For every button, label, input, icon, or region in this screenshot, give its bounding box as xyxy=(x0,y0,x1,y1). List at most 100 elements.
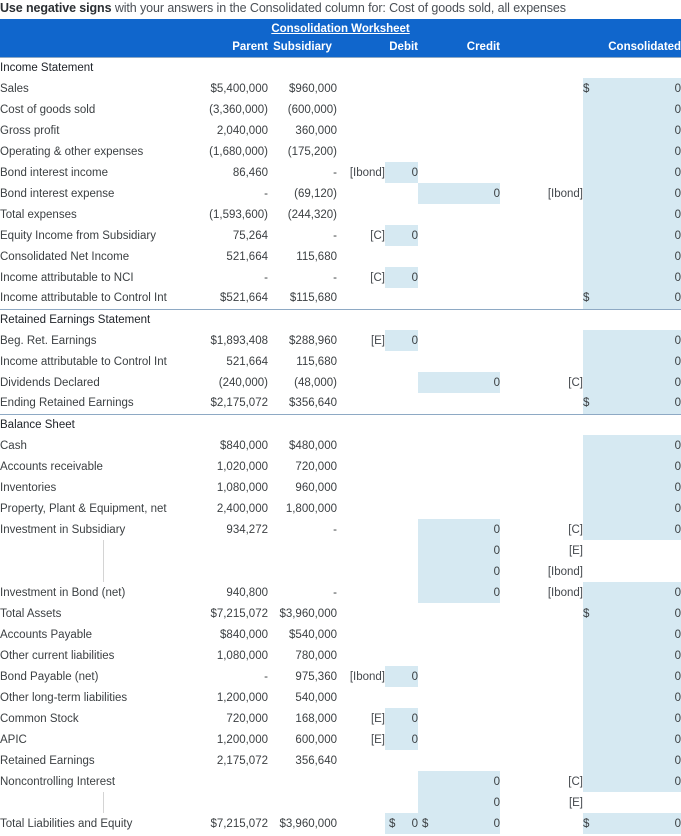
consolidated-input-common-stock[interactable]: 0 xyxy=(613,708,681,729)
table-row: Dividends Declared (240,000) (48,000) 0 [C] 0 xyxy=(0,372,681,393)
row-label-dividends: Dividends Declared xyxy=(0,376,100,389)
debit-input-bond-payable[interactable]: 0 xyxy=(385,666,418,687)
parent-value-cogs: (3,360,000) xyxy=(209,103,268,116)
consolidated-dollar-total-le: $ xyxy=(583,813,613,834)
debit-input-total-le[interactable]: $0 xyxy=(385,813,418,834)
consolidated-input-inc-nci[interactable]: 0 xyxy=(613,267,681,288)
consolidated-input-apic[interactable]: 0 xyxy=(613,729,681,750)
consolidated-dollar-ocl xyxy=(583,645,613,666)
consolidated-input-gross-profit[interactable]: 0 xyxy=(613,120,681,141)
table-row: 0 [E] xyxy=(0,540,681,561)
table-row: APIC 1,200,000 600,000 [E] 0 0 xyxy=(0,729,681,750)
consolidated-input-nci[interactable]: 0 xyxy=(613,771,681,792)
credit-input-re-bs xyxy=(418,750,500,771)
consolidated-input-total-le[interactable]: 0 xyxy=(613,813,681,834)
consolidated-input-inv-sub[interactable]: 0 xyxy=(613,519,681,540)
credit-ref-total-le xyxy=(500,813,583,834)
parent-value-oltl: 1,200,000 xyxy=(216,691,268,704)
grid-cell xyxy=(463,308,500,330)
consolidated-input-opex[interactable]: 0 xyxy=(613,141,681,162)
consolidated-input-equity-income[interactable]: 0 xyxy=(613,225,681,246)
consolidated-dollar-opex xyxy=(583,141,613,162)
parent-value-ar: 1,020,000 xyxy=(216,460,268,473)
debit-input-cogs xyxy=(385,99,418,120)
subsidiary-value-inv-sub-e xyxy=(268,540,337,561)
section-header-row: Retained Earnings Statement xyxy=(0,308,681,330)
row-label-gross-profit: Gross profit xyxy=(0,124,60,137)
consolidated-input-inventories[interactable]: 0 xyxy=(613,477,681,498)
consolidated-dollar-dividends xyxy=(583,372,613,393)
grid-cell xyxy=(463,56,500,78)
debit-ref-inc-ctrl-is xyxy=(337,288,385,309)
consolidated-input-total-assets[interactable]: 0 xyxy=(613,603,681,624)
subsidiary-value-dividends: (48,000) xyxy=(294,376,337,389)
grid-cell xyxy=(303,56,337,78)
parent-value-apic: 1,200,000 xyxy=(216,733,268,746)
subsidiary-value-total-le: $3,960,000 xyxy=(279,817,337,830)
table-row: Cost of goods sold (3,360,000) (600,000) 0 xyxy=(0,99,681,120)
consolidated-input-bond-int-exp[interactable]: 0 xyxy=(613,183,681,204)
credit-ref-ocl xyxy=(500,645,583,666)
debit-input-equity-income[interactable]: 0 xyxy=(385,225,418,246)
subsidiary-value-ar: 720,000 xyxy=(295,460,337,473)
credit-input-inc-ctrl-is xyxy=(418,288,500,309)
credit-input-inv-sub-ibond[interactable]: 0 xyxy=(418,561,500,582)
debit-input-total-exp xyxy=(385,204,418,225)
parent-value-inv-bond: 940,800 xyxy=(226,586,268,599)
consolidated-input-sales[interactable]: 0 xyxy=(613,78,681,99)
consolidated-input-inc-ctrl-is[interactable]: 0 xyxy=(613,288,681,309)
debit-input-bond-int-inc[interactable]: 0 xyxy=(385,162,418,183)
consolidated-input-oltl[interactable]: 0 xyxy=(613,687,681,708)
credit-input-dividends[interactable]: 0 xyxy=(418,372,500,393)
debit-input-beg-re[interactable]: 0 xyxy=(385,330,418,351)
row-label-ar: Accounts receivable xyxy=(0,460,103,473)
consolidated-input-beg-re[interactable]: 0 xyxy=(613,330,681,351)
credit-input-total-le[interactable]: $0 xyxy=(418,813,500,834)
consolidated-dollar-bond-payable xyxy=(583,666,613,687)
consolidated-input-bond-payable[interactable]: 0 xyxy=(613,666,681,687)
debit-ref-gross-profit xyxy=(337,120,385,141)
parent-value-inventories: 1,080,000 xyxy=(216,481,268,494)
consolidated-input-inv-bond[interactable]: 0 xyxy=(613,582,681,603)
credit-input-total-assets xyxy=(418,603,500,624)
debit-input-inc-nci[interactable]: 0 xyxy=(385,267,418,288)
consolidated-input-ap[interactable]: 0 xyxy=(613,624,681,645)
credit-input-inv-sub-e[interactable]: 0 xyxy=(418,540,500,561)
header-credit: Credit xyxy=(418,38,500,57)
consolidated-input-cons-net-inc[interactable]: 0 xyxy=(613,246,681,267)
consolidated-input-total-exp[interactable]: 0 xyxy=(613,204,681,225)
debit-input-common-stock[interactable]: 0 xyxy=(385,708,418,729)
parent-value-opex: (1,680,000) xyxy=(209,145,268,158)
credit-ref-bond-payable xyxy=(500,666,583,687)
debit-ref-cash xyxy=(337,435,385,456)
consolidated-input-ar[interactable]: 0 xyxy=(613,456,681,477)
parent-value-beg-re: $1,893,408 xyxy=(210,334,268,347)
credit-input-bond-payable xyxy=(418,666,500,687)
row-label-total-assets: Total Assets xyxy=(0,607,62,620)
consolidated-input-dividends[interactable]: 0 xyxy=(613,372,681,393)
credit-input-nci[interactable]: 0 xyxy=(418,771,500,792)
consolidated-input-cash[interactable]: 0 xyxy=(613,435,681,456)
consolidated-input-end-re[interactable]: 0 xyxy=(613,393,681,414)
consolidated-dollar-nci xyxy=(583,771,613,792)
credit-ref-inv-sub: [C] xyxy=(568,523,583,536)
parent-value-total-assets: $7,215,072 xyxy=(210,607,268,620)
credit-input-bond-int-exp[interactable]: 0 xyxy=(418,183,500,204)
consolidated-input-ocl[interactable]: 0 xyxy=(613,645,681,666)
credit-input-apic xyxy=(418,729,500,750)
consolidated-input-bond-int-inc[interactable]: 0 xyxy=(613,162,681,183)
grid-cell xyxy=(545,308,583,330)
credit-input-nci-e[interactable]: 0 xyxy=(418,792,500,813)
debit-input-apic[interactable]: 0 xyxy=(385,729,418,750)
grid-cell xyxy=(463,413,500,435)
consolidated-input-cogs[interactable]: 0 xyxy=(613,99,681,120)
credit-input-inv-bond[interactable]: 0 xyxy=(418,582,500,603)
credit-input-sales xyxy=(418,78,500,99)
instruction-text: Use negative signs with your answers in … xyxy=(0,0,681,19)
consolidated-input-inc-ctrl-re[interactable]: 0 xyxy=(613,351,681,372)
table-row: Bond Payable (net) -975,360 [Ibond] 0 0 xyxy=(0,666,681,687)
consolidated-input-re-bs[interactable]: 0 xyxy=(613,750,681,771)
label-subdivider xyxy=(103,561,104,582)
consolidated-input-ppe[interactable]: 0 xyxy=(613,498,681,519)
credit-input-inv-sub[interactable]: 0 xyxy=(418,519,500,540)
